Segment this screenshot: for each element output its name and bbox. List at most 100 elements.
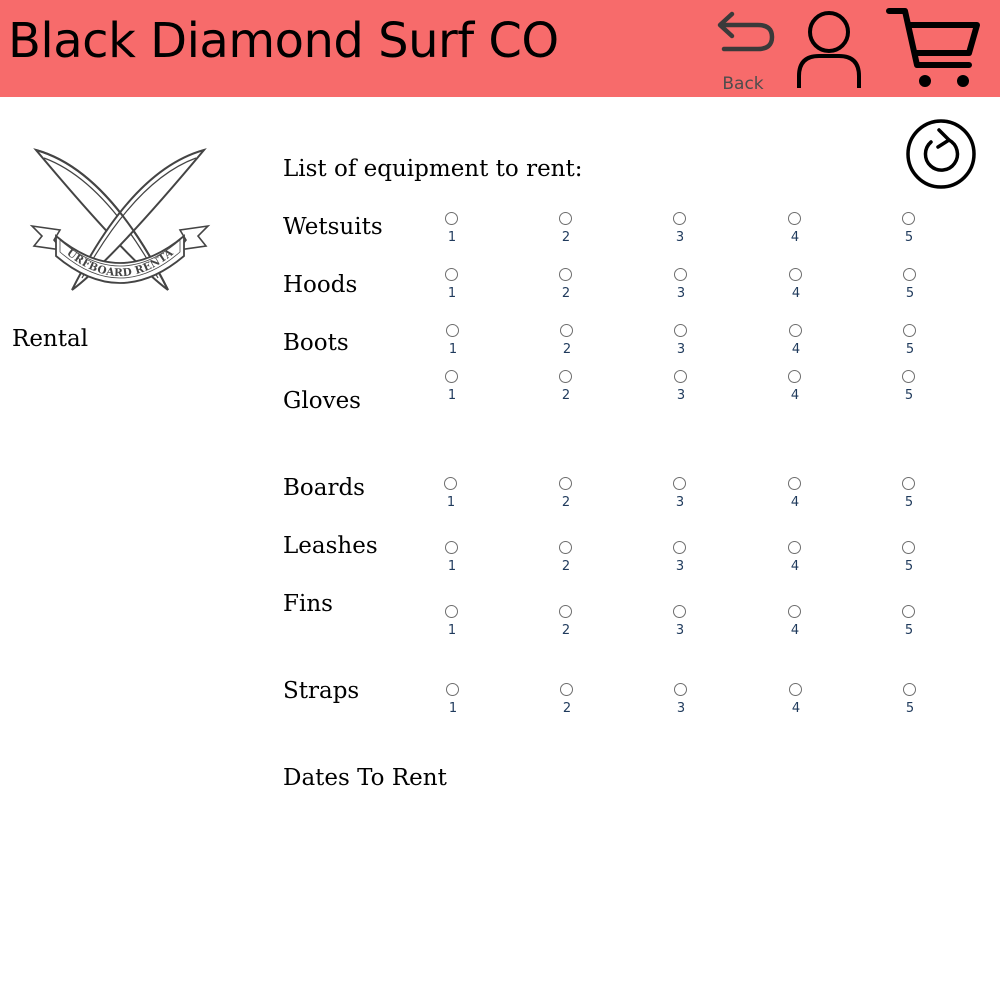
radio-leashes-4[interactable]: 4 — [775, 541, 815, 581]
radio-button-icon[interactable] — [674, 324, 687, 337]
radio-wetsuits-1[interactable]: 1 — [432, 212, 472, 252]
radio-boards-4[interactable]: 4 — [775, 477, 815, 517]
radio-option-label: 5 — [904, 230, 914, 245]
radio-button-icon[interactable] — [788, 605, 801, 618]
radio-hoods-5[interactable]: 5 — [890, 268, 930, 308]
radio-straps-5[interactable]: 5 — [890, 683, 930, 723]
radio-button-icon[interactable] — [674, 370, 687, 383]
radio-leashes-5[interactable]: 5 — [889, 541, 929, 581]
radio-wetsuits-2[interactable]: 2 — [546, 212, 586, 252]
row-label-wetsuits: Wetsuits — [283, 214, 383, 240]
radio-button-icon[interactable] — [902, 370, 915, 383]
radio-boots-4[interactable]: 4 — [776, 324, 816, 364]
radio-boots-3[interactable]: 3 — [661, 324, 701, 364]
radio-button-icon[interactable] — [445, 605, 458, 618]
radio-option-label: 1 — [447, 286, 457, 301]
radio-option-label: 3 — [676, 342, 686, 357]
radio-button-icon[interactable] — [559, 370, 572, 383]
radio-straps-2[interactable]: 2 — [547, 683, 587, 723]
radio-button-icon[interactable] — [903, 324, 916, 337]
radio-button-icon[interactable] — [673, 477, 686, 490]
radio-fins-2[interactable]: 2 — [546, 605, 586, 645]
radio-button-icon[interactable] — [445, 541, 458, 554]
radio-button-icon[interactable] — [446, 683, 459, 696]
radio-hoods-3[interactable]: 3 — [661, 268, 701, 308]
radio-button-icon[interactable] — [560, 324, 573, 337]
radio-button-icon[interactable] — [445, 370, 458, 383]
radio-gloves-3[interactable]: 3 — [661, 370, 701, 410]
radio-straps-1[interactable]: 1 — [433, 683, 473, 723]
radio-button-icon[interactable] — [903, 268, 916, 281]
radio-button-icon[interactable] — [444, 477, 457, 490]
radio-button-icon[interactable] — [788, 477, 801, 490]
radio-button-icon[interactable] — [559, 477, 572, 490]
radio-button-icon[interactable] — [902, 541, 915, 554]
radio-button-icon[interactable] — [902, 605, 915, 618]
radio-fins-4[interactable]: 4 — [775, 605, 815, 645]
radio-wetsuits-4[interactable]: 4 — [775, 212, 815, 252]
radio-button-icon[interactable] — [903, 683, 916, 696]
radio-wetsuits-3[interactable]: 3 — [660, 212, 700, 252]
radio-boots-1[interactable]: 1 — [433, 324, 473, 364]
radio-option-label: 3 — [675, 495, 685, 510]
radio-option-label: 4 — [790, 559, 800, 574]
radio-option-label: 3 — [675, 559, 685, 574]
radio-boards-2[interactable]: 2 — [546, 477, 586, 517]
radio-fins-1[interactable]: 1 — [432, 605, 472, 645]
radio-button-icon[interactable] — [559, 605, 572, 618]
radio-boots-2[interactable]: 2 — [547, 324, 587, 364]
radio-button-icon[interactable] — [559, 541, 572, 554]
radio-button-icon[interactable] — [788, 212, 801, 225]
refresh-button[interactable] — [905, 118, 977, 190]
back-button[interactable]: Back — [712, 8, 778, 94]
radio-option-label: 2 — [561, 388, 571, 403]
radio-option-label: 1 — [447, 230, 457, 245]
radio-button-icon[interactable] — [445, 268, 458, 281]
radio-wetsuits-5[interactable]: 5 — [889, 212, 929, 252]
radio-option-label: 2 — [562, 342, 572, 357]
radio-gloves-2[interactable]: 2 — [546, 370, 586, 410]
radio-leashes-1[interactable]: 1 — [432, 541, 472, 581]
radio-button-icon[interactable] — [789, 324, 802, 337]
radio-button-icon[interactable] — [902, 212, 915, 225]
row-label-fins: Fins — [283, 591, 333, 617]
radio-button-icon[interactable] — [902, 477, 915, 490]
radio-option-label: 3 — [676, 286, 686, 301]
cart-icon — [886, 8, 980, 87]
radio-hoods-4[interactable]: 4 — [776, 268, 816, 308]
radio-boards-5[interactable]: 5 — [889, 477, 929, 517]
radio-button-icon[interactable] — [674, 683, 687, 696]
radio-option-label: 5 — [905, 342, 915, 357]
profile-button[interactable] — [795, 8, 863, 90]
radio-gloves-5[interactable]: 5 — [889, 370, 929, 410]
radio-gloves-1[interactable]: 1 — [432, 370, 472, 410]
radio-button-icon[interactable] — [445, 212, 458, 225]
radio-leashes-2[interactable]: 2 — [546, 541, 586, 581]
user-icon — [797, 11, 861, 88]
radio-button-icon[interactable] — [789, 683, 802, 696]
radio-button-icon[interactable] — [559, 268, 572, 281]
radio-button-icon[interactable] — [559, 212, 572, 225]
radio-button-icon[interactable] — [560, 683, 573, 696]
radio-boards-3[interactable]: 3 — [660, 477, 700, 517]
radio-button-icon[interactable] — [674, 268, 687, 281]
radio-option-label: 4 — [790, 623, 800, 638]
radio-fins-3[interactable]: 3 — [660, 605, 700, 645]
radio-boots-5[interactable]: 5 — [890, 324, 930, 364]
radio-button-icon[interactable] — [673, 541, 686, 554]
radio-straps-4[interactable]: 4 — [776, 683, 816, 723]
radio-straps-3[interactable]: 3 — [661, 683, 701, 723]
radio-hoods-1[interactable]: 1 — [432, 268, 472, 308]
radio-leashes-3[interactable]: 3 — [660, 541, 700, 581]
radio-button-icon[interactable] — [788, 541, 801, 554]
radio-button-icon[interactable] — [788, 370, 801, 383]
cart-button[interactable] — [885, 5, 985, 91]
radio-hoods-2[interactable]: 2 — [546, 268, 586, 308]
radio-fins-5[interactable]: 5 — [889, 605, 929, 645]
radio-gloves-4[interactable]: 4 — [775, 370, 815, 410]
radio-button-icon[interactable] — [673, 212, 686, 225]
radio-button-icon[interactable] — [446, 324, 459, 337]
radio-button-icon[interactable] — [789, 268, 802, 281]
radio-boards-1[interactable]: 1 — [431, 477, 471, 517]
radio-button-icon[interactable] — [673, 605, 686, 618]
